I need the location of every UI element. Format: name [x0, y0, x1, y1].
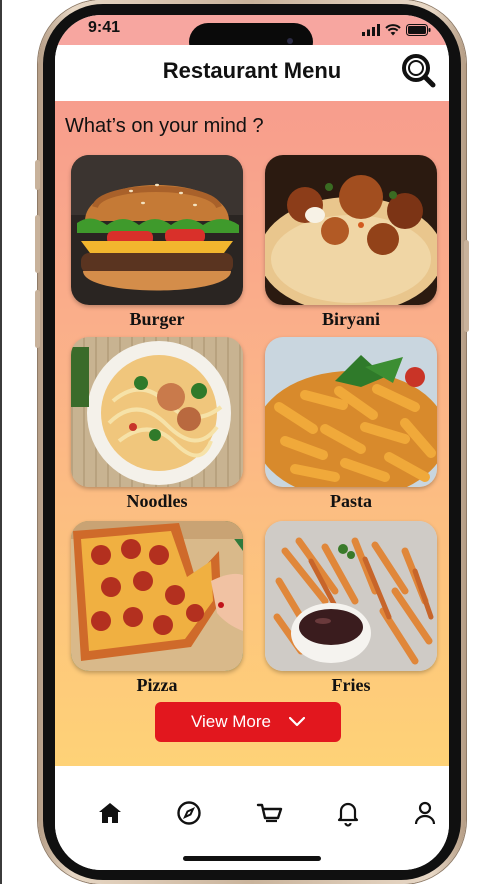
home-icon [99, 803, 121, 823]
cart-icon [256, 803, 283, 823]
fries-image [265, 521, 437, 671]
menu-card-noodles[interactable] [71, 337, 243, 487]
left-border-line [0, 0, 2, 884]
profile-icon [414, 801, 436, 825]
search-button[interactable] [399, 52, 437, 90]
nav-home[interactable] [96, 799, 124, 827]
battery-icon [406, 24, 431, 36]
section-title: What’s on your mind ? [65, 115, 264, 137]
burger-image [71, 155, 243, 305]
nav-explore[interactable] [175, 799, 203, 827]
menu-label-burger: Burger [129, 309, 185, 329]
menu-label-noodles: Noodles [126, 491, 188, 511]
menu-card-fries[interactable] [265, 521, 437, 671]
menu-card-pasta[interactable] [265, 337, 437, 487]
volume-up-button [35, 215, 40, 273]
menu-label-pasta: Pasta [330, 491, 372, 511]
menu-card-pizza[interactable] [71, 521, 243, 671]
volume-down-button [35, 290, 40, 348]
phone-screen: 9:41 Restaurant Menu What’s on your mind… [55, 15, 449, 870]
noodles-image [71, 337, 243, 487]
pizza-image [71, 521, 243, 671]
phone-frame: 9:41 Restaurant Menu What’s on your mind… [35, 0, 469, 884]
menu-content: What’s on your mind ? Burger Biryani Noo… [55, 101, 449, 766]
home-indicator[interactable] [183, 856, 321, 861]
mute-switch [35, 160, 40, 190]
view-more-label: View More [191, 712, 271, 731]
menu-label-pizza: Pizza [136, 675, 178, 695]
nav-profile[interactable] [411, 799, 439, 827]
power-button [464, 240, 469, 332]
menu-card-biryani[interactable] [265, 155, 437, 305]
page-title: Restaurant Menu [162, 58, 342, 83]
menu-card-burger[interactable] [71, 155, 243, 305]
bottom-navigation [55, 766, 449, 870]
menu-label-fries: Fries [331, 675, 371, 695]
wifi-icon [385, 24, 401, 36]
biryani-image [265, 155, 437, 305]
nav-notifications[interactable] [334, 799, 362, 827]
pasta-image [265, 337, 437, 487]
menu-label-biryani: Biryani [321, 309, 380, 329]
chevron-down-icon [289, 717, 305, 727]
camera-lens [287, 38, 293, 44]
page: 9:41 Restaurant Menu What’s on your mind… [0, 0, 501, 884]
view-more-button[interactable]: View More [155, 702, 341, 742]
nav-cart[interactable] [256, 799, 284, 827]
app-header: Restaurant Menu [55, 45, 449, 101]
bell-icon [337, 802, 359, 827]
signal-icon [362, 24, 380, 36]
compass-icon [177, 801, 201, 825]
status-icons [362, 24, 431, 36]
status-time: 9:41 [88, 19, 121, 36]
search-icon [402, 54, 436, 88]
